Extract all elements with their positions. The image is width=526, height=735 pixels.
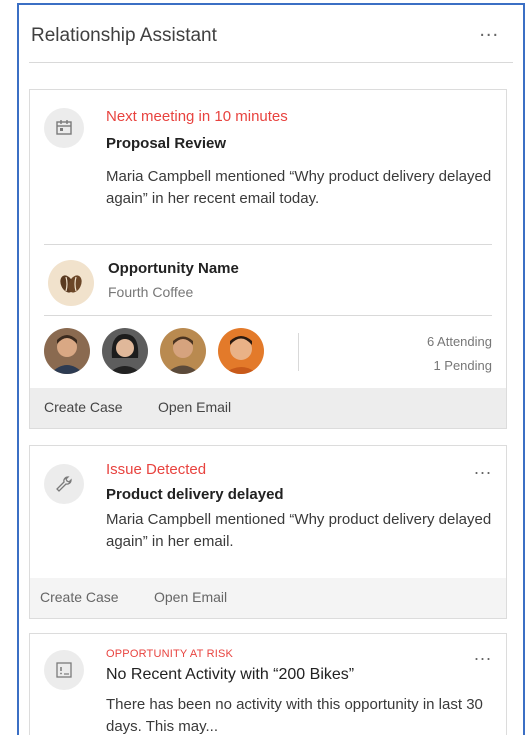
panel-header: Relationship Assistant ... bbox=[29, 5, 513, 63]
opportunity-name[interactable]: Opportunity Name bbox=[108, 260, 239, 277]
opportunity-risk-card: OPPORTUNITY AT RISK ... No Recent Activi… bbox=[29, 633, 507, 735]
pending-count: 1 Pending bbox=[433, 358, 492, 373]
issue-status: Issue Detected bbox=[106, 461, 207, 478]
opportunity-risk-icon bbox=[44, 650, 84, 690]
meeting-card: Next meeting in 10 minutes Proposal Revi… bbox=[29, 89, 507, 429]
attendance-summary: 6 Attending 1 Pending bbox=[427, 330, 492, 378]
divider bbox=[44, 244, 492, 245]
create-case-button[interactable]: Create Case bbox=[40, 589, 119, 605]
issue-description: Maria Campbell mentioned “Why product de… bbox=[106, 511, 492, 550]
attendee-avatar[interactable] bbox=[218, 328, 264, 374]
attendee-avatar[interactable] bbox=[160, 328, 206, 374]
open-email-button[interactable]: Open Email bbox=[158, 399, 231, 415]
risk-description: There has been no activity with this opp… bbox=[106, 696, 483, 735]
risk-more-button[interactable]: ... bbox=[474, 644, 492, 665]
attendee-avatar[interactable] bbox=[102, 328, 148, 374]
risk-title[interactable]: No Recent Activity with “200 Bikes” bbox=[106, 666, 354, 684]
panel-title: Relationship Assistant bbox=[31, 25, 217, 46]
create-case-button[interactable]: Create Case bbox=[44, 399, 123, 415]
meeting-title[interactable]: Proposal Review bbox=[106, 135, 226, 152]
wrench-icon bbox=[44, 464, 84, 504]
meeting-icon bbox=[44, 108, 84, 148]
coffee-beans-icon bbox=[48, 260, 94, 306]
issue-more-button[interactable]: ... bbox=[474, 458, 492, 479]
divider bbox=[44, 315, 492, 316]
action-bar: Create Case Open Email bbox=[30, 388, 506, 428]
action-bar: Create Case Open Email bbox=[30, 578, 506, 618]
panel-more-button[interactable]: ... bbox=[479, 19, 499, 42]
meeting-description: Maria Campbell mentioned “Why product de… bbox=[106, 168, 492, 207]
attending-count: 6 Attending bbox=[426, 334, 492, 349]
issue-card: Issue Detected ... Product delivery dela… bbox=[29, 445, 507, 619]
relationship-assistant-panel: Relationship Assistant ... Next meeting … bbox=[17, 3, 525, 735]
open-email-button[interactable]: Open Email bbox=[154, 589, 227, 605]
attendee-avatar[interactable] bbox=[44, 328, 90, 374]
meeting-status: Next meeting in 10 minutes bbox=[106, 108, 288, 125]
divider bbox=[298, 333, 299, 371]
risk-status: OPPORTUNITY AT RISK bbox=[106, 648, 234, 660]
opportunity-account: Fourth Coffee bbox=[108, 284, 194, 300]
issue-title[interactable]: Product delivery delayed bbox=[106, 486, 284, 503]
